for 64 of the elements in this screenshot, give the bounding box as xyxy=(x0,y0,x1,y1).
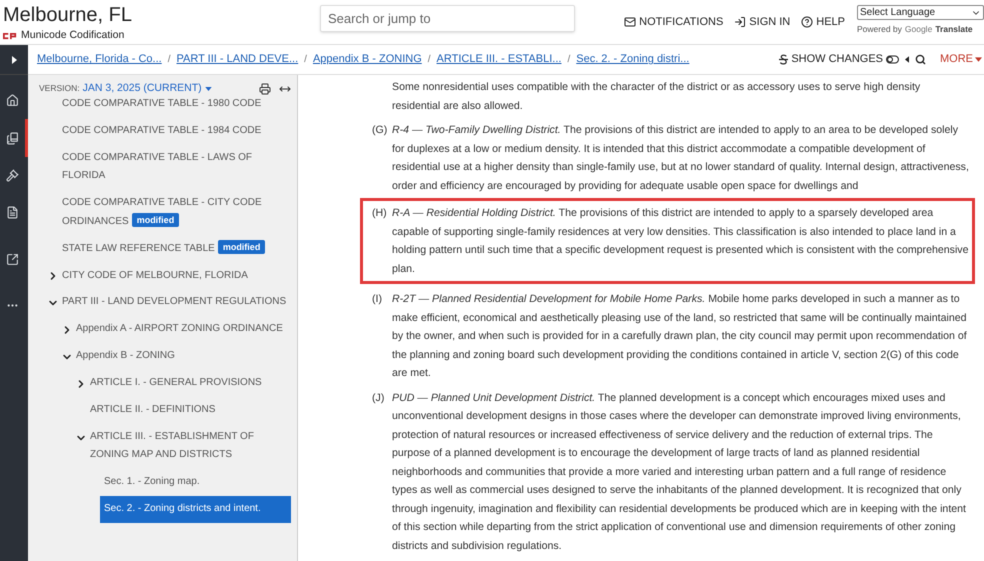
more-button[interactable]: MORE xyxy=(940,51,982,68)
nav-link[interactable]: HELP xyxy=(801,14,845,30)
toc-item[interactable]: Sec. 2. - Zoning districts and intent. xyxy=(100,496,291,523)
strikethrough-icon xyxy=(779,54,788,65)
breadcrumb-separator: / xyxy=(428,53,431,67)
version-dropdown[interactable]: JAN 3, 2025 (CURRENT) xyxy=(82,80,212,96)
clause-label: (I) xyxy=(372,292,383,307)
powered-by-text: Powered by xyxy=(857,23,902,36)
breadcrumb-separator: / xyxy=(168,53,170,67)
municode-logo-icon xyxy=(3,32,17,40)
toc-item[interactable]: ARTICLE I. - GENERAL PROVISIONS xyxy=(90,370,291,397)
books-icon xyxy=(6,132,19,144)
version-label: VERSION: xyxy=(39,82,80,95)
clause-label: (H) xyxy=(372,206,388,221)
home-icon xyxy=(6,94,19,107)
toc-item[interactable]: Sec. 1. - Zoning map. xyxy=(104,469,291,496)
language-select[interactable]: Select Language xyxy=(857,5,984,20)
collapse-icon[interactable] xyxy=(905,56,909,63)
clause-text: Some nonresidential uses compatible with the character of the district or as accessory uses to serve high density residential are also allowed. xyxy=(392,80,922,114)
breadcrumb-separator: / xyxy=(304,53,307,67)
search-field[interactable]: Search or jump to xyxy=(320,5,575,32)
breadcrumb-link[interactable]: Appendix B - ZONING xyxy=(312,51,422,68)
clause-text: R-2T — Planned Residential Development for Mobile Home Parks. Mobile home parks developed in such a manner as to make efficient, economical and aesthetically pleasing use of the land, so restricted that same will be continually maintained by the owner, and when such is provided for in a carefully drawn plan, the city council may permit upon recommendation of the planning and zoning board such development providing the conditions contained in article V, section 2(G) of this code are met. xyxy=(392,292,968,381)
help-icon xyxy=(801,16,814,28)
google-text: Google xyxy=(904,23,932,36)
toc-item[interactable]: STATE LAW REFERENCE TABLE modified xyxy=(62,236,291,262)
document-icon xyxy=(6,206,19,219)
caret-icon xyxy=(975,57,982,62)
toc-item[interactable]: CODE COMPARATIVE TABLE - 1984 CODE xyxy=(62,118,291,145)
print-icon[interactable] xyxy=(259,82,271,94)
expand-icon[interactable] xyxy=(12,56,16,64)
nav-link[interactable]: NOTIFICATIONS xyxy=(624,14,724,30)
modified-badge: modified xyxy=(132,212,180,227)
logo-text: Municode Codification xyxy=(21,28,124,43)
toc-item[interactable]: ARTICLE III. - ESTABLISHMENT OF ZONING MAP AND DISTRICTS xyxy=(90,424,291,469)
breadcrumb-separator: / xyxy=(567,53,570,67)
gavel-icon xyxy=(6,169,19,182)
toc-item[interactable]: CODE COMPARATIVE TABLE - CITY CODE ORDINANCES modified xyxy=(62,190,291,236)
toc-item[interactable]: Appendix B - ZONING xyxy=(76,343,291,370)
clause-label: (J) xyxy=(372,390,386,406)
breadcrumb-link[interactable]: Melbourne, Florida - Co... xyxy=(37,51,162,68)
breadcrumb-link[interactable]: ARTICLE III. - ESTABLI... xyxy=(436,51,562,68)
nav-link[interactable]: SIGN IN xyxy=(734,14,790,30)
clause-text: R-4 — Two-Family Dwelling District. The provisions of this district are intended to apply to an area to be developed solely for duplexes at a low or medium density. It is intended that this district accommodate a compatible development of residential use at a higher density than single-family use, but at no lower standard of quality. Internal design, attractiveness, order and efficiency are encouraged by providing for adequate usable open space for dwellings and xyxy=(392,123,970,194)
show-changes-button[interactable]: SHOW CHANGES xyxy=(779,51,899,68)
toc-item[interactable]: PART III - LAND DEVELOPMENT REGULATIONS xyxy=(62,289,291,316)
mail-icon xyxy=(624,16,636,28)
toggle-icon xyxy=(886,55,899,64)
clause-text: PUD — Planned Unit Development District. The planned development is a concept which encourages mixed uses and unconventional development designs in those cases where the developer can demonstrate improved living environments, protection of natural resources or increased effectiveness of service delivery and the reduction of external trips. The purpose of a planned development is to encourage the development of large tracts of land as planned residential neighborhoods and communities that provide a more varied and interesting urban pattern and a full range of residence types as well as commercial uses designed to serve the inhabitants of the planned development. It is recognized that only through ingenuity, imagination and flexibility can residential developments be produced which are in keeping with the intent of this section while departing from the strict application of conventional use and dimension requirements of other zoning districts and subdivision regulations. xyxy=(392,390,967,554)
translate-link[interactable]: Translate xyxy=(935,23,973,36)
caret-icon xyxy=(204,86,212,90)
site-title[interactable]: Melbourne, FL xyxy=(3,3,300,27)
toc-item[interactable]: Appendix A - AIRPORT ZONING ORDINANCE xyxy=(76,316,291,343)
sign-in-icon xyxy=(734,16,746,28)
external-link-icon xyxy=(6,252,19,266)
modified-badge: modified xyxy=(218,240,266,254)
toc-item[interactable]: CODE COMPARATIVE TABLE - LAWS OF FLORIDA xyxy=(62,144,291,190)
toc-item[interactable]: CITY CODE OF MELBOURNE, FLORIDA xyxy=(62,262,291,290)
clause-text: R-A — Residential Holding District. The provisions of this district are intended to apply to a sparsely developed area capable of supporting single-family residences at very low densities. This classification is also intended to place land in a holding pattern until such time that a specific development request is presented which is consistent with the comprehensive plan. xyxy=(392,206,970,276)
breadcrumb-link[interactable]: Sec. 2. - Zoning distri... xyxy=(576,51,690,68)
breadcrumb-link[interactable]: PART III - LAND DEVE... xyxy=(176,51,298,68)
search-icon[interactable] xyxy=(915,54,926,65)
clause-label: (G) xyxy=(372,123,388,138)
toc-item[interactable]: ARTICLE II. - DEFINITIONS xyxy=(90,396,291,424)
